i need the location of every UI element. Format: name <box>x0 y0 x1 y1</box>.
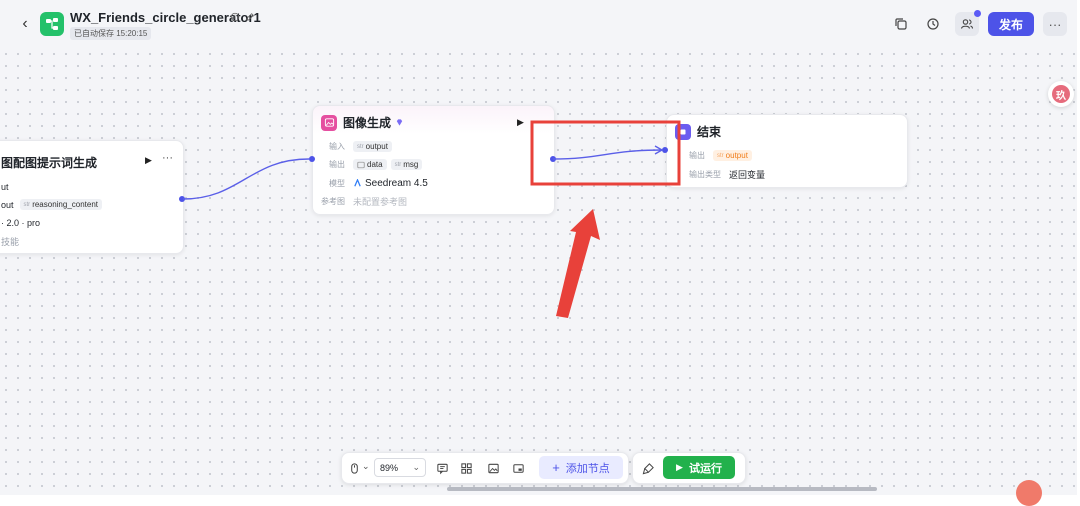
output-msg-tag: str msg <box>390 159 423 170</box>
input-label: 输入 <box>329 142 345 151</box>
minimap-icon <box>512 463 524 473</box>
mouse-mode-button[interactable] <box>346 460 362 476</box>
output-port[interactable] <box>550 156 556 162</box>
output-type-value: 返回变量 <box>729 170 766 180</box>
mouse-icon <box>350 462 358 474</box>
zoom-value: 89% <box>380 462 399 473</box>
comment-icon <box>436 463 448 474</box>
skill-label: 技能 <box>1 237 20 247</box>
node-title: 结束 <box>697 125 722 139</box>
input-tag: str output <box>353 141 392 152</box>
app-logo-icon <box>40 12 64 36</box>
edit-icon[interactable] <box>244 11 256 23</box>
node-more-icon[interactable]: ··· <box>162 152 173 164</box>
play-icon: ▶ <box>676 462 683 472</box>
horizontal-scrollbar[interactable] <box>447 487 877 491</box>
users-icon <box>960 19 974 29</box>
canvas-toolbar: ⌄ 89% ⌄ + 添加节点 <box>341 452 629 484</box>
test-run-label: 试运行 <box>688 462 722 475</box>
reasoning-content-tag: str reasoning_content <box>19 199 103 210</box>
row1-value: ut <box>1 182 9 192</box>
end-node-icon <box>675 123 691 140</box>
add-node-label: 添加节点 <box>565 462 610 475</box>
plus-icon: + <box>552 460 560 475</box>
floating-assistant-avatar[interactable]: 玖 <box>1048 81 1074 107</box>
brush-icon <box>642 462 654 474</box>
back-arrow-icon[interactable]: ‹ <box>16 15 34 33</box>
title-icons <box>229 11 256 23</box>
node-title: 图配图提示词生成 <box>1 156 98 170</box>
info-icon[interactable] <box>229 11 241 23</box>
premium-diamond-icon <box>396 119 403 126</box>
corner-mascot-icon[interactable] <box>1016 480 1042 506</box>
history-button[interactable] <box>921 12 945 36</box>
publish-button[interactable]: 发布 <box>988 12 1034 36</box>
reference-label: 参考图 <box>321 197 345 206</box>
chevron-down-icon[interactable]: ⌄ <box>362 461 370 472</box>
output-tag: str output <box>713 150 752 161</box>
run-toolbar: ▶ 试运行 <box>632 452 746 484</box>
top-bar: ‹ WX_Friends_circle_generator1 已自动保存 15:… <box>0 0 1077 50</box>
reference-value: 未配置参考图 <box>353 197 408 207</box>
model-label: 模型 <box>329 179 345 188</box>
seedream-logo-icon <box>354 179 361 187</box>
chevron-down-icon: ⌄ <box>412 462 420 472</box>
row2-tag1: out <box>1 199 14 210</box>
more-options-button[interactable]: ··· <box>1043 12 1067 36</box>
image-type-icon <box>357 161 365 168</box>
minimap-button[interactable] <box>510 460 526 476</box>
model-version: · 2.0 · pro <box>1 218 41 228</box>
prompt-generation-node[interactable]: 图配图提示词生成 ▶ ··· ut out str reasoning_conte… <box>0 140 184 254</box>
test-run-button[interactable]: ▶ 试运行 <box>663 456 735 479</box>
input-port[interactable] <box>309 156 315 162</box>
end-node[interactable]: 结束 输出 str output 输出类型 返回变量 <box>666 114 908 188</box>
image-gen-icon <box>321 114 337 131</box>
comment-button[interactable] <box>434 460 450 476</box>
node-title: 图像生成 <box>343 116 392 130</box>
notification-dot <box>974 10 981 17</box>
image-generation-node[interactable]: 图像生成 ▶ 输入 str output 输出 data str msg 模型 Se… <box>312 105 555 215</box>
image-button[interactable] <box>485 460 501 476</box>
image-icon <box>487 463 499 473</box>
grid-layout-icon <box>460 462 472 474</box>
model-value: Seedream 4.5 <box>365 178 428 189</box>
input-port[interactable] <box>662 147 668 153</box>
autosave-status: 已自动保存 15:20:15 <box>70 27 152 40</box>
output-type-label: 输出类型 <box>689 170 721 179</box>
history-icon <box>927 18 939 30</box>
workflow-canvas[interactable]: ‹ WX_Friends_circle_generator1 已自动保存 15:… <box>0 0 1077 495</box>
output-data-tag: data <box>353 159 387 170</box>
output-label: 输出 <box>689 151 705 160</box>
avatar-letter: 玖 <box>1052 85 1070 103</box>
zoom-select[interactable]: 89% ⌄ <box>374 458 426 477</box>
collaborators-button[interactable] <box>955 10 981 36</box>
output-port[interactable] <box>179 196 185 202</box>
output-label: 输出 <box>329 160 345 169</box>
clear-button[interactable] <box>640 460 656 476</box>
run-node-icon[interactable]: ▶ <box>517 117 524 128</box>
copy-icon <box>895 18 907 30</box>
copy-button[interactable] <box>889 12 913 36</box>
add-node-button[interactable]: + 添加节点 <box>539 456 623 479</box>
layout-button[interactable] <box>458 460 474 476</box>
run-node-icon[interactable]: ▶ <box>145 155 152 166</box>
